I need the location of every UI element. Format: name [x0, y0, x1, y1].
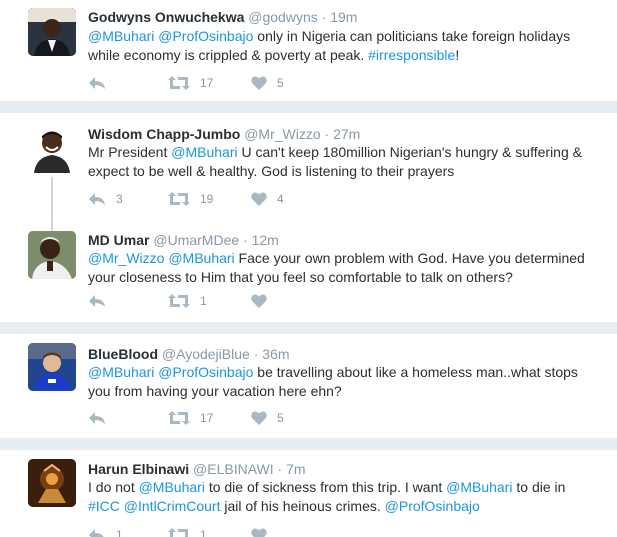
timestamp[interactable]: 27m — [333, 126, 360, 142]
tweet-text: @MBuhari @ProfOsinbajo only in Nigeria c… — [88, 27, 598, 65]
mention-link[interactable]: @ProfOsinbajo — [158, 28, 253, 44]
timestamp[interactable]: 7m — [286, 461, 305, 477]
reply-count: 1 — [116, 528, 123, 537]
retweet-icon — [168, 294, 190, 308]
text-segment: to die in — [512, 479, 566, 495]
like-count: 4 — [277, 192, 284, 206]
thread-connector — [51, 177, 53, 231]
hashtag-link[interactable]: #irresponsible — [368, 47, 455, 63]
like-button[interactable]: 5 — [251, 408, 284, 428]
avatar[interactable] — [28, 231, 76, 279]
hashtag-link[interactable]: #ICC — [88, 498, 120, 514]
username[interactable]: @ELBINAWI — [193, 461, 274, 477]
like-button[interactable]: 5 — [251, 73, 284, 93]
avatar[interactable] — [28, 343, 76, 391]
tweet-text: Mr President @MBuhari U can't keep 180mi… — [88, 143, 598, 181]
retweet-count: 1 — [200, 294, 207, 308]
tweet-card: BlueBlood @AyodejiBlue · 36m @MBuhari @P… — [0, 334, 617, 438]
reply-button[interactable]: 3 — [88, 189, 123, 209]
tweet-header: Godwyns Onwuchekwa @godwyns · 19m — [88, 8, 357, 26]
tweet-header: BlueBlood @AyodejiBlue · 36m — [88, 345, 289, 363]
like-icon — [251, 294, 267, 308]
like-icon — [251, 76, 267, 90]
display-name[interactable]: Harun Elbinawi — [88, 461, 189, 477]
retweet-button[interactable]: 1 — [168, 291, 207, 311]
mention-link[interactable]: @IntlCrimCourt — [124, 498, 221, 514]
retweet-icon — [168, 411, 190, 425]
retweet-count: 17 — [200, 76, 214, 90]
tweet-card: Godwyns Onwuchekwa @godwyns · 19m @MBuha… — [0, 0, 617, 101]
retweet-button[interactable]: 17 — [168, 408, 213, 428]
display-name[interactable]: Wisdom Chapp-Jumbo — [88, 126, 240, 142]
retweet-icon — [168, 528, 190, 537]
timestamp[interactable]: 36m — [262, 346, 289, 362]
avatar[interactable] — [28, 459, 76, 507]
retweet-count: 1 — [200, 528, 207, 537]
mention-link[interactable]: @ProfOsinbajo — [385, 498, 480, 514]
text-segment: jail of his heinous crimes. — [220, 498, 385, 514]
timestamp[interactable]: 19m — [330, 9, 357, 25]
reply-icon — [88, 294, 106, 308]
display-name[interactable]: MD Umar — [88, 232, 149, 248]
retweet-button[interactable]: 19 — [168, 189, 213, 209]
display-name[interactable]: BlueBlood — [88, 346, 158, 362]
separator: · — [321, 9, 327, 25]
reply-button[interactable] — [88, 408, 116, 428]
reply-button[interactable]: 1 — [88, 525, 123, 537]
tweet-header: Harun Elbinawi @ELBINAWI · 7m — [88, 460, 306, 478]
retweet-count: 17 — [200, 411, 214, 425]
mention-link[interactable]: @Mr_Wizzo — [88, 250, 164, 266]
tweet-text: I do not @MBuhari to die of sickness fro… — [88, 478, 598, 516]
reply-button[interactable] — [88, 291, 116, 311]
reply-button[interactable] — [88, 73, 116, 93]
tweet-header: Wisdom Chapp-Jumbo @Mr_Wizzo · 27m — [88, 125, 360, 143]
separator: · — [277, 461, 283, 477]
like-button[interactable] — [251, 525, 277, 537]
mention-link[interactable]: @MBuhari — [168, 250, 234, 266]
username[interactable]: @UmarMDee — [153, 232, 239, 248]
display-name[interactable]: Godwyns Onwuchekwa — [88, 9, 244, 25]
mention-link[interactable]: @MBuhari — [139, 479, 205, 495]
text-segment: I do not — [88, 479, 139, 495]
username[interactable]: @AyodejiBlue — [162, 346, 250, 362]
reply-icon — [88, 528, 106, 537]
retweet-icon — [168, 192, 190, 206]
tweet-card: Wisdom Chapp-Jumbo @Mr_Wizzo · 27m Mr Pr… — [0, 113, 617, 322]
reply-count: 3 — [116, 192, 123, 206]
avatar[interactable] — [28, 8, 76, 56]
username[interactable]: @Mr_Wizzo — [244, 126, 320, 142]
avatar[interactable] — [28, 125, 76, 173]
separator: · — [243, 232, 248, 248]
reply-icon — [88, 411, 106, 425]
retweet-button[interactable]: 1 — [168, 525, 207, 537]
retweet-button[interactable]: 17 — [168, 73, 213, 93]
like-icon — [251, 528, 267, 537]
text-segment: Mr President — [88, 144, 172, 160]
like-button[interactable]: 4 — [251, 189, 284, 209]
text-segment: ! — [455, 47, 460, 63]
retweet-icon — [168, 76, 190, 90]
mention-link[interactable]: @MBuhari — [446, 479, 512, 495]
mention-link[interactable]: @MBuhari — [88, 28, 154, 44]
text-segment: to die of sickness from this trip. I wan… — [204, 479, 447, 495]
mention-link[interactable]: @ProfOsinbajo — [158, 364, 253, 380]
username[interactable]: @godwyns — [248, 9, 317, 25]
retweet-count: 19 — [200, 192, 214, 206]
mention-link[interactable]: @MBuhari — [88, 364, 154, 380]
like-count: 5 — [277, 411, 284, 425]
mention-link[interactable]: @MBuhari — [171, 144, 237, 160]
separator: · — [253, 346, 259, 362]
tweet-text: @Mr_Wizzo @MBuhari Face your own problem… — [88, 249, 598, 287]
separator: · — [324, 126, 330, 142]
timestamp[interactable]: 12m — [252, 232, 279, 248]
reply-icon — [88, 192, 106, 206]
tweet-text: @MBuhari @ProfOsinbajo be travelling abo… — [88, 363, 598, 401]
like-count: 5 — [277, 76, 284, 90]
like-button[interactable] — [251, 291, 277, 311]
tweet-card: Harun Elbinawi @ELBINAWI · 7m I do not @… — [0, 450, 617, 537]
like-icon — [251, 192, 267, 206]
tweet-header: MD Umar @UmarMDee · 12m — [88, 231, 279, 249]
like-icon — [251, 411, 267, 425]
reply-icon — [88, 76, 106, 90]
